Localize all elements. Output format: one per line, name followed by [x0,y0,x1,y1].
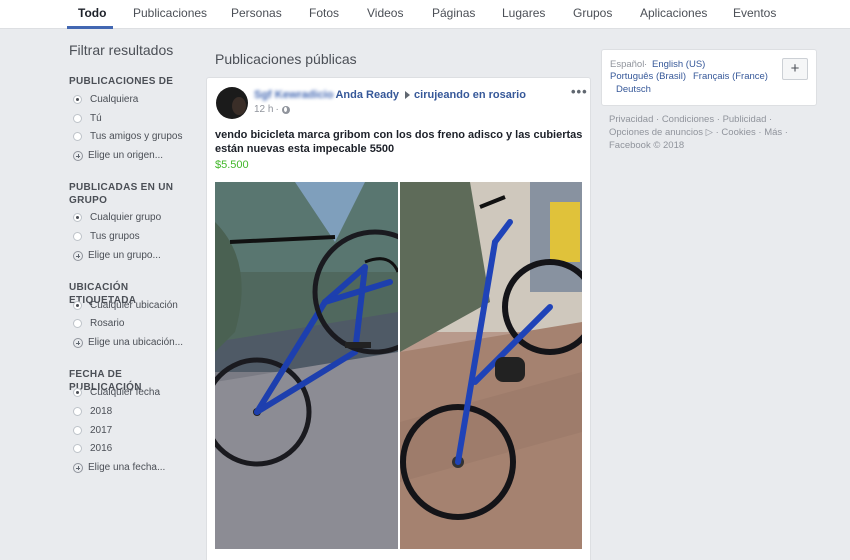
tab-lugares[interactable]: Lugares [502,6,545,20]
add-circle-icon [73,462,83,473]
filter-section-title: PUBLICADAS EN UN GRUPO [69,182,174,206]
filter-results-title: Filtrar resultados [69,42,174,58]
language-link-french[interactable]: Français (France) [693,71,768,82]
tab-videos[interactable]: Videos [367,6,403,20]
choose-date-link[interactable]: Elige una fecha... [73,462,165,473]
radio-selected[interactable] [73,213,82,222]
filter-option-tus-grupos[interactable]: Tus grupos [73,231,140,242]
radio[interactable] [73,426,82,435]
choose-source-link[interactable]: Elige un origen... [73,150,163,161]
footer-link-publicidad[interactable]: Publicidad [723,114,767,125]
language-current: Español [610,59,645,70]
radio-selected[interactable] [73,388,82,397]
footer-links: Privacidad · Condiciones · Publicidad · … [609,113,819,152]
filter-option-cualquier-fecha[interactable]: Cualquier fecha [73,387,160,398]
globe-icon [281,105,290,114]
author-name-blurred[interactable]: Sgf Kewradicio [254,89,333,101]
tab-todo[interactable]: Todo [78,6,106,20]
footer-link-privacidad[interactable]: Privacidad [609,114,653,125]
radio[interactable] [73,407,82,416]
post-photo-2[interactable] [400,182,582,549]
footer-link-opciones-anuncios[interactable]: Opciones de anuncios [609,127,703,138]
filter-option-2017[interactable]: 2017 [73,425,112,436]
tab-aplicaciones[interactable]: Aplicaciones [640,6,707,20]
search-filter-tabs-bar: Todo Publicaciones Personas Fotos Videos… [0,0,850,29]
public-posts-title: Publicaciones públicas [215,51,357,67]
filter-option-tu[interactable]: Tú [73,113,102,124]
more-options-icon[interactable]: ••• [571,84,588,99]
footer-link-condiciones[interactable]: Condiciones [662,114,714,125]
radio[interactable] [73,114,82,123]
radio[interactable] [73,232,82,241]
post-text: vendo bicicleta marca gribom con los dos… [215,129,583,155]
tab-fotos[interactable]: Fotos [309,6,339,20]
filter-option-2018[interactable]: 2018 [73,406,112,417]
add-language-button[interactable]: + [782,58,808,80]
post-price: $5.500 [215,159,249,171]
post-author-line: Sgf Kewradicio Anda Ready cirujeando en … [254,89,526,101]
filter-option-cualquier-grupo[interactable]: Cualquier grupo [73,212,161,223]
language-link-portuguese[interactable]: Português (Brasil) [610,71,686,82]
radio-selected[interactable] [73,301,82,310]
add-circle-icon [73,150,83,161]
radio-selected[interactable] [73,95,82,104]
radio[interactable] [73,444,82,453]
filter-option-cualquiera[interactable]: Cualquiera [73,94,138,105]
avatar[interactable] [216,87,248,119]
post-timestamp[interactable]: 12 h [254,104,273,115]
footer-link-cookies[interactable]: Cookies [721,127,755,138]
tab-eventos[interactable]: Eventos [733,6,776,20]
add-circle-icon [73,250,83,261]
post-meta: 12 h · [254,104,290,115]
ad-choices-icon: ▷ [705,127,713,138]
radio[interactable] [73,132,82,141]
language-link-german[interactable]: Deutsch [616,84,651,95]
filter-section-title: PUBLICACIONES DE [69,76,174,87]
active-tab-indicator [67,26,113,29]
tab-personas[interactable]: Personas [231,6,282,20]
language-link-english[interactable]: English (US) [652,59,705,70]
tab-paginas[interactable]: Páginas [432,6,475,20]
copyright: Facebook © 2018 [609,140,685,151]
radio[interactable] [73,319,82,328]
arrow-right-icon [405,91,411,99]
choose-group-link[interactable]: Elige un grupo... [73,250,161,261]
author-name[interactable]: Anda Ready [335,89,399,101]
add-circle-icon [73,337,83,348]
footer-link-mas[interactable]: Más [764,127,782,138]
filter-option-amigos-grupos[interactable]: Tus amigos y grupos [73,131,182,142]
filter-option-rosario[interactable]: Rosario [73,318,124,329]
choose-location-link[interactable]: Elige una ubicación... [73,337,183,348]
filter-option-2016[interactable]: 2016 [73,443,112,454]
group-link[interactable]: cirujeando en rosario [414,89,526,101]
post-photo-1[interactable] [215,182,398,549]
tab-grupos[interactable]: Grupos [573,6,612,20]
tab-publicaciones[interactable]: Publicaciones [133,6,207,20]
filter-option-cualquier-ubicacion[interactable]: Cualquier ubicación [73,300,178,311]
